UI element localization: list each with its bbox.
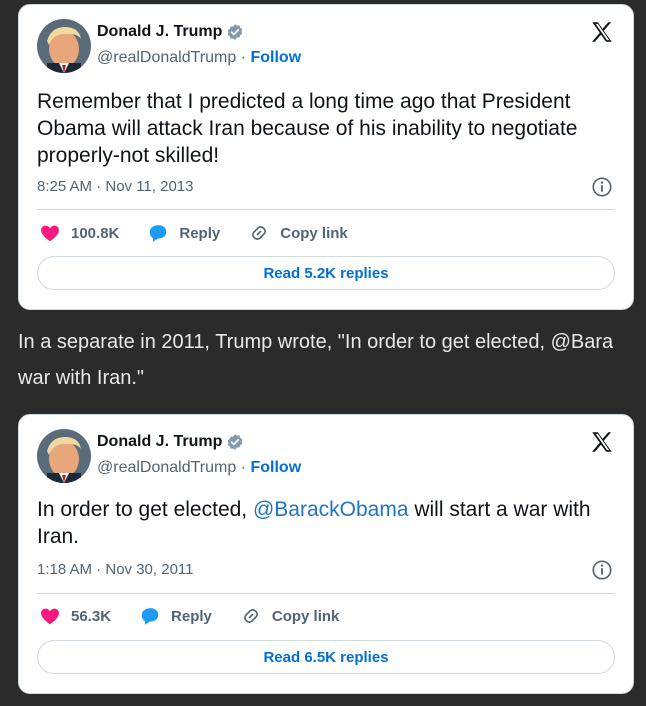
action-bar: 56.3K Reply Copy link xyxy=(39,605,367,627)
verified-badge-icon xyxy=(226,433,244,451)
separator-dot: · xyxy=(236,49,251,66)
x-logo-icon[interactable] xyxy=(589,19,615,45)
copy-link-label: Copy link xyxy=(280,224,348,242)
action-bar: 100.8K Reply Copy link xyxy=(39,222,376,244)
reply-button[interactable]: Reply xyxy=(139,605,212,627)
like-count: 100.8K xyxy=(71,224,120,242)
article-line-1: In a separate in 2011, Trump wrote, "In … xyxy=(18,331,614,353)
tweet-text: In order to get elected, @BarackObama wi… xyxy=(37,496,617,550)
link-icon xyxy=(243,609,258,623)
article-line-2: war with Iran." xyxy=(18,367,145,389)
heart-icon xyxy=(41,608,59,625)
page: Donald J. Trump @realDonaldTrump · Follo… xyxy=(0,0,646,706)
verified-badge-icon xyxy=(226,23,244,41)
mention-link[interactable]: @BarackObama xyxy=(253,498,409,521)
follow-button[interactable]: Follow xyxy=(250,459,301,476)
like-button[interactable]: 56.3K xyxy=(39,605,111,627)
divider xyxy=(37,593,615,594)
read-replies-button[interactable]: Read 5.2K replies xyxy=(37,256,615,290)
reply-button[interactable]: Reply xyxy=(147,222,220,244)
copy-link-label: Copy link xyxy=(271,607,340,625)
link-icon xyxy=(252,226,267,240)
author-handle[interactable]: @realDonaldTrump xyxy=(97,49,236,66)
article-paragraph: In a separate in 2011, Trump wrote, "In … xyxy=(18,324,646,396)
x-logo-icon[interactable] xyxy=(589,429,615,455)
author-name[interactable]: Donald J. Trump xyxy=(97,23,222,41)
follow-button[interactable]: Follow xyxy=(250,49,301,66)
author-handle-row: @realDonaldTrump · Follow xyxy=(97,49,301,67)
like-count: 56.3K xyxy=(71,607,112,625)
tweet-timestamp[interactable]: 1:18 AM · Nov 30, 2011 xyxy=(37,561,193,578)
separator-dot: · xyxy=(236,459,251,476)
reply-bubble-icon xyxy=(141,608,159,625)
author-name-row: Donald J. Trump xyxy=(97,433,244,451)
heart-icon xyxy=(41,225,59,242)
author-name-row: Donald J. Trump xyxy=(97,23,244,41)
divider xyxy=(37,209,615,210)
copy-link-button[interactable]: Copy link xyxy=(240,605,340,627)
read-replies-button[interactable]: Read 6.5K replies xyxy=(37,640,615,674)
tweet-card[interactable]: Donald J. Trump @realDonaldTrump · Follo… xyxy=(18,4,634,310)
tweet-timestamp[interactable]: 8:25 AM · Nov 11, 2013 xyxy=(37,178,193,195)
author-handle-row: @realDonaldTrump · Follow xyxy=(97,459,301,477)
tweet-text-start: In order to get elected, xyxy=(37,498,253,521)
info-icon[interactable] xyxy=(591,176,613,198)
reply-label: Reply xyxy=(171,607,212,625)
like-button[interactable]: 100.8K xyxy=(39,222,119,244)
reply-label: Reply xyxy=(179,224,221,242)
tweet-text: Remember that I predicted a long time ag… xyxy=(37,90,578,167)
tweet-card[interactable]: Donald J. Trump @realDonaldTrump · Follo… xyxy=(18,414,634,694)
avatar[interactable] xyxy=(37,19,91,73)
reply-bubble-icon xyxy=(150,225,167,242)
info-icon[interactable] xyxy=(591,559,613,581)
author-handle[interactable]: @realDonaldTrump xyxy=(97,459,236,476)
author-name[interactable]: Donald J. Trump xyxy=(97,433,222,451)
avatar[interactable] xyxy=(37,429,91,483)
copy-link-button[interactable]: Copy link xyxy=(248,222,348,244)
